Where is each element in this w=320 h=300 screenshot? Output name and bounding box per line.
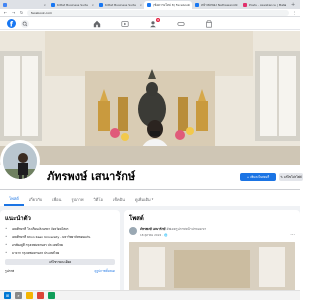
reload-icon[interactable]: ↻: [19, 10, 24, 15]
profile-tab[interactable]: เกี่ยวกับ: [24, 192, 47, 206]
back-icon[interactable]: ←: [3, 10, 8, 15]
taskbar: ⊞ ⌕: [0, 290, 300, 300]
close-tab-icon[interactable]: ×: [43, 3, 46, 7]
home-icon[interactable]: [90, 19, 104, 28]
facebook-logo-icon[interactable]: f: [4, 19, 18, 28]
intro-card: แนะนำตัว • เคยศึกษาที่ โรงเรียนเลิงนกทา จ…: [0, 210, 120, 300]
see-all-photos-link[interactable]: ดูรูปภาพทั้งหมด: [95, 269, 115, 274]
close-tab-icon[interactable]: ×: [91, 3, 94, 7]
intro-item-text: มาจาก กรุงเทพมหานคร ประเทศไทย: [12, 251, 60, 255]
profile-tab[interactable]: โพสต์: [4, 192, 24, 206]
tab-label: Kittat Business Suite: [57, 3, 88, 7]
browser-tab[interactable]: Kittat Business Suite ×: [48, 1, 96, 9]
watch-icon[interactable]: [118, 19, 132, 28]
edit-details-button[interactable]: แก้ไขรายละเอียด: [5, 259, 115, 265]
globe-icon: 🌐: [163, 233, 168, 237]
cover-photo[interactable]: [0, 31, 300, 165]
posts-title: โพสต์: [129, 215, 144, 222]
friends-icon[interactable]: 8: [146, 18, 160, 28]
profile-tab-label: โพสต์: [9, 195, 19, 201]
forward-icon[interactable]: →: [11, 10, 16, 15]
profile-tab-label: เช็คอิน: [112, 196, 125, 202]
post-date[interactable]: 18 ตุลาคม 2022 · 🌐: [140, 233, 206, 238]
search-taskbar-icon[interactable]: ⌕: [15, 292, 22, 299]
new-tab-button[interactable]: +: [288, 1, 298, 9]
post-author-avatar[interactable]: [129, 227, 137, 235]
post-author-line: ภัทรพงษ์ เสนารักษ์ อัพเดตรูปภาพหน้าปกของ…: [140, 227, 206, 232]
url-field[interactable]: facebook.com: [27, 9, 289, 16]
profile-name: ภัทรพงษ์ เสนารักษ์: [47, 170, 136, 183]
notification-badge: 8: [156, 18, 160, 22]
cover-photo-image: [0, 31, 300, 165]
profile-tab[interactable]: รูปภาพ: [66, 192, 88, 206]
tab-favicon-icon: [51, 3, 55, 7]
close-tab-icon[interactable]: ×: [187, 3, 190, 7]
tab-label: Kittat Business Suite: [105, 3, 136, 7]
intro-item: • อาศัยอยู่ที่ กรุงเทพมหานคร ประเทศไทย: [5, 242, 115, 248]
start-icon[interactable]: ⊞: [4, 292, 11, 299]
post-photo[interactable]: [129, 242, 295, 294]
browser-tab[interactable]: (ข้อความใหม่ 8) Facebook ×: [144, 1, 192, 9]
browser-tab[interactable]: Kittat Business Suite ×: [96, 1, 144, 9]
posts-card: โพสต์ ภัทรพงษ์ เสนารักษ์ อัพเดตรูปภาพหน้…: [124, 210, 300, 300]
post-header: ภัทรพงษ์ เสนารักษ์ อัพเดตรูปภาพหน้าปกของ…: [129, 227, 295, 238]
close-tab-icon[interactable]: ×: [139, 3, 142, 7]
profile-tab-label: รูปภาพ: [71, 196, 84, 202]
tab-favicon-icon: [243, 3, 247, 7]
post-author-name[interactable]: ภัทรพงษ์ เสนารักษ์: [140, 227, 166, 231]
marketplace-icon[interactable]: [202, 19, 216, 28]
tab-favicon-icon: [3, 3, 7, 7]
gaming-icon[interactable]: [174, 19, 188, 28]
browser-tab[interactable]: ×: [0, 1, 48, 9]
browser-tab-bar: × Kittat Business Suite × Kittat Business S…: [0, 0, 300, 9]
education-icon: •: [5, 226, 8, 231]
intro-title: แนะนำตัว: [5, 215, 31, 222]
profile-tab-label: เกี่ยวกับ: [28, 196, 43, 202]
profile-avatar[interactable]: [0, 140, 40, 182]
profile-tab[interactable]: วิดีโอ: [89, 192, 108, 206]
add-story-button[interactable]: + เพิ่มลงในสตอรี่: [240, 173, 276, 181]
facebook-top-nav: f 8: [0, 17, 300, 30]
edit-profile-button[interactable]: ✎ แก้ไขโปรไฟล์: [279, 173, 303, 181]
intro-item-text: เคยศึกษาที่ Khon Kaen University - มหาวิ…: [12, 235, 91, 239]
intro-item: • เคยศึกษาที่ โรงเรียนเลิงนกทา จังหวัดยโส…: [5, 226, 115, 232]
close-tab-icon[interactable]: ×: [235, 3, 238, 7]
post-action: อัพเดตรูปภาพหน้าปกของเขา: [165, 227, 207, 231]
intro-item: • เคยศึกษาที่ Khon Kaen University - มหาว…: [5, 234, 115, 240]
address-bar: ← → ↻ facebook.com ⋮: [0, 9, 300, 17]
browser-tab[interactable]: หน้าเพจของ Nathawanich ×: [192, 1, 240, 9]
tab-label: (ข้อความใหม่ 8) Facebook: [153, 2, 190, 7]
profile-tab-label: ดูเพิ่มเติม: [134, 196, 151, 202]
tab-label: Posts - Assistance | Meta: [249, 3, 287, 7]
tab-favicon-icon: [99, 3, 103, 7]
intro-item-text: อาศัยอยู่ที่ กรุงเทพมหานคร ประเทศไทย: [12, 243, 64, 247]
file-explorer-icon[interactable]: [26, 292, 33, 299]
profile-tab[interactable]: ดูเพิ่มเติม ▾: [130, 192, 158, 206]
close-tab-icon[interactable]: ×: [283, 3, 286, 7]
profile-tab[interactable]: เช็คอิน: [108, 192, 130, 206]
tab-label: หน้าเพจของ Nathawanich: [201, 2, 238, 7]
post-options-icon[interactable]: ···: [290, 232, 295, 238]
profile-divider: [0, 189, 300, 190]
location-icon: •: [5, 250, 8, 255]
profile-tab-label: เพื่อน: [52, 196, 62, 202]
intro-item: • มาจาก กรุงเทพมหานคร ประเทศไทย: [5, 250, 115, 256]
education-icon: •: [5, 234, 8, 239]
browser-tab[interactable]: Posts - Assistance | Meta ×: [240, 1, 288, 9]
search-icon[interactable]: [18, 19, 32, 28]
chrome-icon[interactable]: [37, 292, 44, 299]
home-icon: •: [5, 242, 8, 247]
tab-favicon-icon: [147, 3, 151, 7]
photos-heading: รูปภาพ: [5, 269, 15, 273]
app-icon[interactable]: [48, 292, 55, 299]
profile-tab[interactable]: เพื่อน: [47, 192, 66, 206]
profile-tab-label: วิดีโอ: [93, 196, 103, 202]
chevron-down-icon: ▾: [151, 197, 154, 201]
extensions-icon[interactable]: ⋮: [292, 10, 297, 15]
profile-tabs: โพสต์ เกี่ยวกับ เพื่อน รูปภาพ วิดีโอ เช็คอิน ด…: [0, 192, 300, 206]
tab-favicon-icon: [195, 3, 199, 7]
intro-item-text: เคยศึกษาที่ โรงเรียนเลิงนกทา จังหวัดยโสธ…: [12, 227, 69, 231]
